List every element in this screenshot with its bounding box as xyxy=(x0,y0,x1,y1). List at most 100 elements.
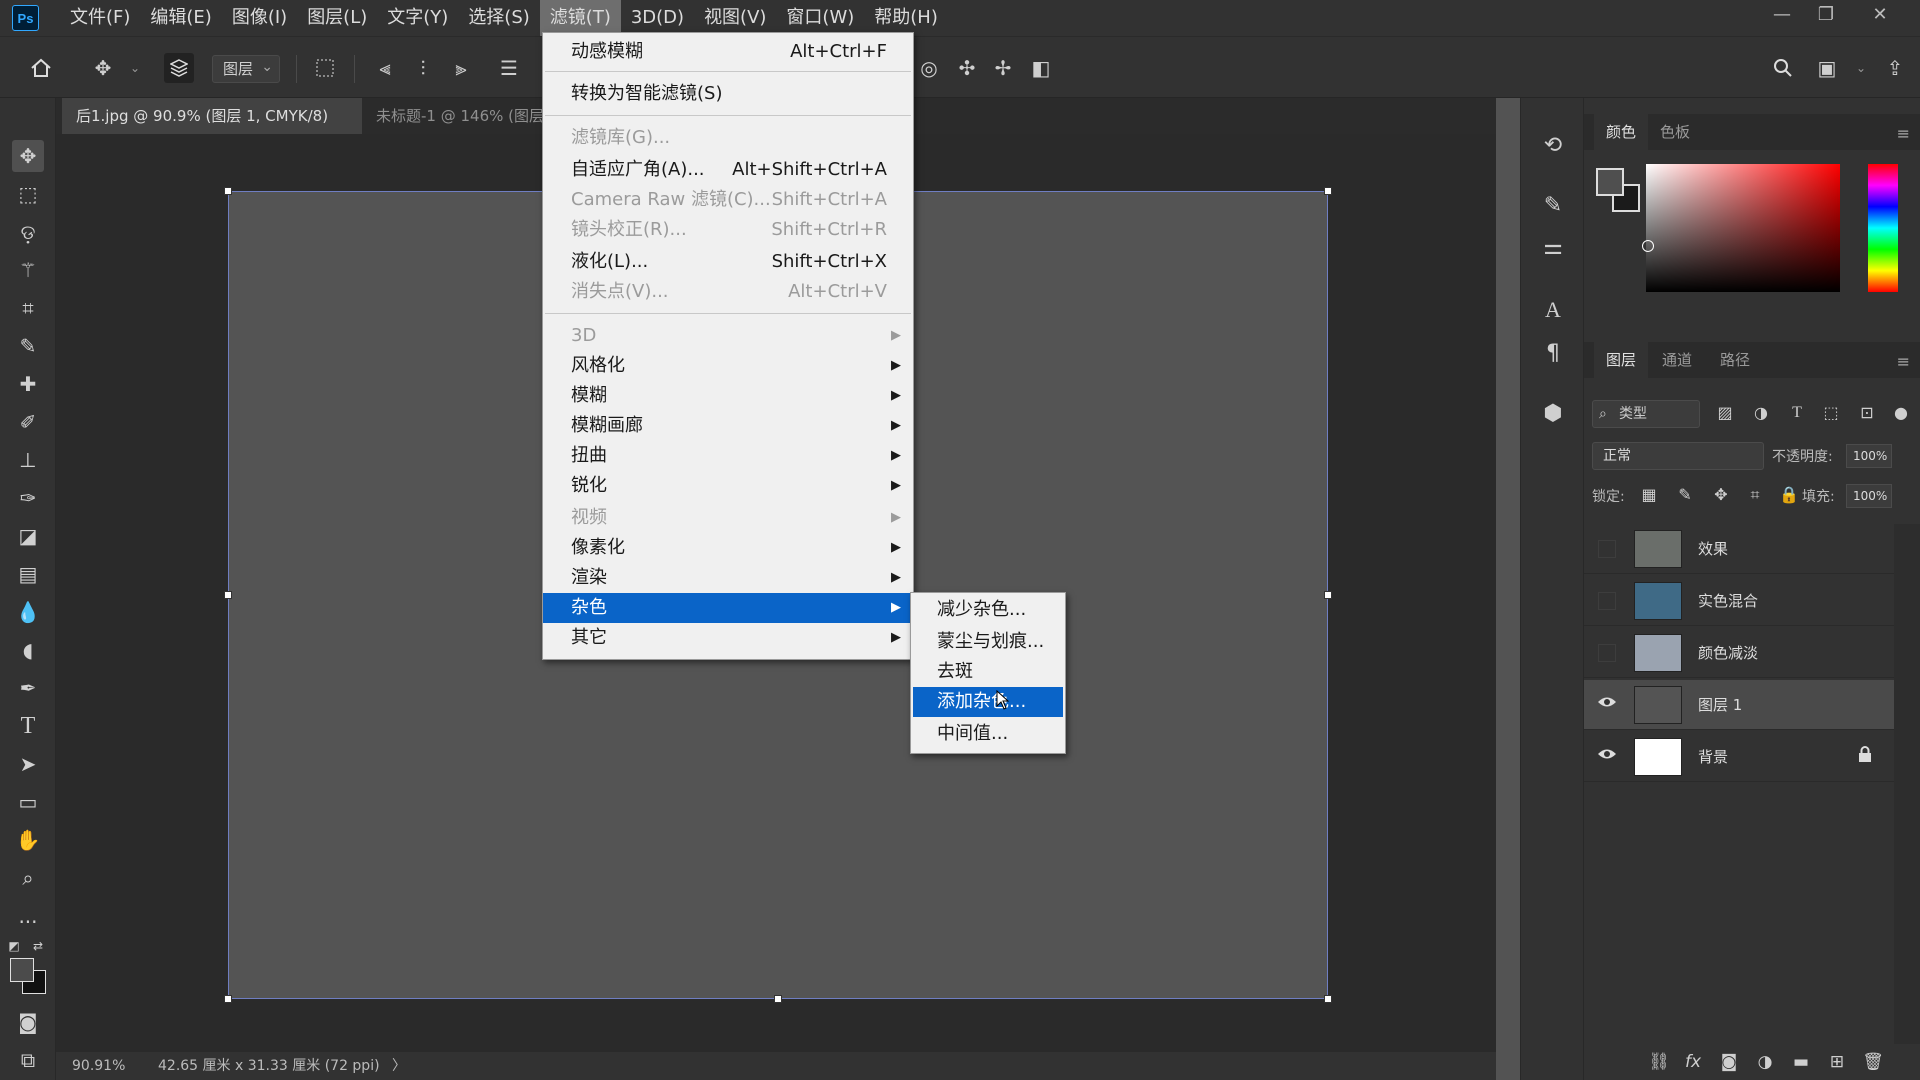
filter-menu-item[interactable]: 镜头校正(R)... Shift+Ctrl+R xyxy=(543,215,913,245)
noise-menu-item[interactable]: 中间值... xyxy=(913,719,1063,749)
close-button[interactable]: ✕ xyxy=(1860,0,1900,30)
type-tool-icon[interactable]: T xyxy=(12,710,44,742)
filter-menu-item[interactable]: 扭曲 ▶ xyxy=(543,441,913,471)
visibility-toggle[interactable] xyxy=(1598,540,1616,558)
3d-slide-icon[interactable]: ✢ xyxy=(988,53,1018,83)
menu-help[interactable]: 帮助(H) xyxy=(864,0,948,36)
history-brush-tool-icon[interactable]: ✑ xyxy=(12,482,44,514)
menu-window[interactable]: 窗口(W) xyxy=(776,0,864,36)
gradient-tool-icon[interactable]: ▤ xyxy=(12,558,44,590)
tab-color[interactable]: 颜色 xyxy=(1594,114,1649,150)
workspace-icon[interactable]: ▣ xyxy=(1812,53,1842,83)
screen-mode-icon[interactable]: ⧉ xyxy=(12,1044,44,1076)
transform-handle[interactable] xyxy=(224,591,232,599)
visibility-toggle[interactable] xyxy=(1598,644,1616,662)
hue-slider[interactable] xyxy=(1868,164,1898,292)
layer-row[interactable]: 背景 xyxy=(1584,732,1894,782)
layer-row[interactable]: 图层 1 xyxy=(1584,680,1894,730)
menu-image[interactable]: 图像(I) xyxy=(222,0,297,36)
filter-menu-item[interactable]: 杂色 ▶ xyxy=(543,593,913,623)
menu-select[interactable]: 选择(S) xyxy=(458,0,539,36)
menu-filter[interactable]: 滤镜(T) xyxy=(539,0,621,36)
eye-icon[interactable] xyxy=(1596,694,1618,716)
dodge-tool-icon[interactable]: ◖ xyxy=(12,634,44,666)
fill-input[interactable]: 100% xyxy=(1846,484,1892,508)
pixel-filter-icon[interactable]: ▨ xyxy=(1712,400,1738,426)
zoom-tool-icon[interactable]: ⌕ xyxy=(12,862,44,894)
tab-document-1[interactable]: 后1.jpg @ 90.9% (图层 1, CMYK/8) *× xyxy=(62,98,362,161)
noise-menu-item[interactable]: 蒙尘与划痕... xyxy=(913,627,1063,657)
align-center-icon[interactable]: ⫶ xyxy=(408,53,438,83)
tab-swatches[interactable]: 色板 xyxy=(1648,114,1702,150)
color-picker-ring[interactable] xyxy=(1642,240,1654,252)
more-tools-icon[interactable]: ··· xyxy=(12,906,44,938)
tab-paths[interactable]: 路径 xyxy=(1708,342,1762,378)
3d-pan-icon[interactable]: ✣ xyxy=(952,53,982,83)
foreground-color-swatch[interactable] xyxy=(10,958,34,982)
lock-position-icon[interactable]: ✥ xyxy=(1710,484,1732,506)
transform-handle[interactable] xyxy=(224,187,232,195)
restore-button[interactable]: ❐ xyxy=(1806,0,1846,30)
chevron-down-icon[interactable]: ⌄ xyxy=(120,53,150,83)
tab-layers[interactable]: 图层 xyxy=(1594,342,1649,378)
trash-icon[interactable]: 🗑 xyxy=(1860,1050,1886,1074)
panel-menu-icon[interactable]: ≡ xyxy=(1897,124,1910,143)
lock-image-icon[interactable]: ✎ xyxy=(1674,484,1696,506)
layer-row[interactable]: 实色混合 xyxy=(1584,576,1894,626)
filter-menu-item[interactable]: 自适应广角(A)... Alt+Shift+Ctrl+A xyxy=(543,155,913,185)
eraser-tool-icon[interactable]: ◪ xyxy=(12,520,44,552)
filter-menu-item[interactable]: 像素化 ▶ xyxy=(543,533,913,563)
lock-artboard-icon[interactable]: ⌗ xyxy=(1744,484,1766,506)
layer-filter-dropdown[interactable]: ⌕ 类型 xyxy=(1592,400,1700,428)
layer-mask-icon[interactable]: ◙ xyxy=(1716,1050,1742,1074)
auto-select-dropdown[interactable]: 图层 xyxy=(212,54,280,83)
zoom-level[interactable]: 90.91% xyxy=(72,1052,125,1080)
menu-3d[interactable]: 3D(D) xyxy=(621,0,694,36)
transform-handle[interactable] xyxy=(1324,187,1332,195)
search-icon[interactable] xyxy=(1768,53,1798,83)
magic-wand-tool-icon[interactable]: ⚚ xyxy=(12,254,44,286)
path-selection-tool-icon[interactable]: ➤ xyxy=(12,748,44,780)
marquee-tool-icon[interactable]: ⬚ xyxy=(12,178,44,210)
new-layer-icon[interactable]: ⊞ xyxy=(1824,1050,1850,1074)
status-menu-arrow[interactable]: 〉 xyxy=(392,1052,406,1080)
link-layers-icon[interactable]: ⛓ xyxy=(1646,1050,1672,1074)
adjustment-filter-icon[interactable]: ◑ xyxy=(1748,400,1774,426)
filter-menu-item[interactable]: 液化(L)... Shift+Ctrl+X xyxy=(543,247,913,277)
brush-tool-icon[interactable]: ✐ xyxy=(12,406,44,438)
panel-menu-icon[interactable]: ≡ xyxy=(1897,352,1910,371)
noise-menu-item[interactable]: 减少杂色... xyxy=(913,595,1063,625)
align-top-icon[interactable]: ☰ xyxy=(494,53,524,83)
blend-mode-dropdown[interactable]: 正常 xyxy=(1592,442,1764,470)
blur-tool-icon[interactable]: 💧 xyxy=(12,596,44,628)
color-picker-field[interactable] xyxy=(1646,164,1840,292)
menu-file[interactable]: 文件(F) xyxy=(60,0,140,36)
noise-menu-item[interactable]: 去斑 xyxy=(913,657,1063,687)
visibility-toggle[interactable] xyxy=(1598,592,1616,610)
brush-settings-icon[interactable]: ✎ xyxy=(1537,190,1569,222)
share-icon[interactable]: ⇪ xyxy=(1880,53,1910,83)
transform-handle[interactable] xyxy=(1324,995,1332,1003)
foreground-color-swatch[interactable] xyxy=(1596,168,1624,196)
3d-orbit-icon[interactable]: ◎ xyxy=(914,53,944,83)
lock-transparent-icon[interactable]: ▦ xyxy=(1638,484,1660,506)
character-icon[interactable]: A xyxy=(1537,294,1569,326)
menu-layer[interactable]: 图层(L) xyxy=(297,0,377,36)
3d-camera-icon[interactable]: ◧ xyxy=(1026,53,1056,83)
eye-icon[interactable] xyxy=(1596,746,1618,768)
move-tool-icon[interactable]: ✥ xyxy=(88,53,118,83)
filter-menu-item[interactable]: 锐化 ▶ xyxy=(543,471,913,501)
healing-brush-tool-icon[interactable]: ✚ xyxy=(12,368,44,400)
adjustment-layer-icon[interactable]: ◑ xyxy=(1752,1050,1778,1074)
filter-menu-item[interactable]: 其它 ▶ xyxy=(543,623,913,653)
transform-handle[interactable] xyxy=(224,995,232,1003)
filter-menu-item[interactable]: 3D ▶ xyxy=(543,321,913,351)
crop-tool-icon[interactable]: ⌗ xyxy=(12,292,44,324)
filter-menu-item[interactable]: 模糊 ▶ xyxy=(543,381,913,411)
auto-select-icon[interactable] xyxy=(164,53,194,83)
menu-edit[interactable]: 编辑(E) xyxy=(140,0,221,36)
clone-stamp-tool-icon[interactable]: ⊥ xyxy=(12,444,44,476)
quick-mask-icon[interactable]: ◙ xyxy=(12,1006,44,1038)
transform-handle[interactable] xyxy=(774,995,782,1003)
move-tool-icon[interactable]: ✥ xyxy=(12,140,44,172)
